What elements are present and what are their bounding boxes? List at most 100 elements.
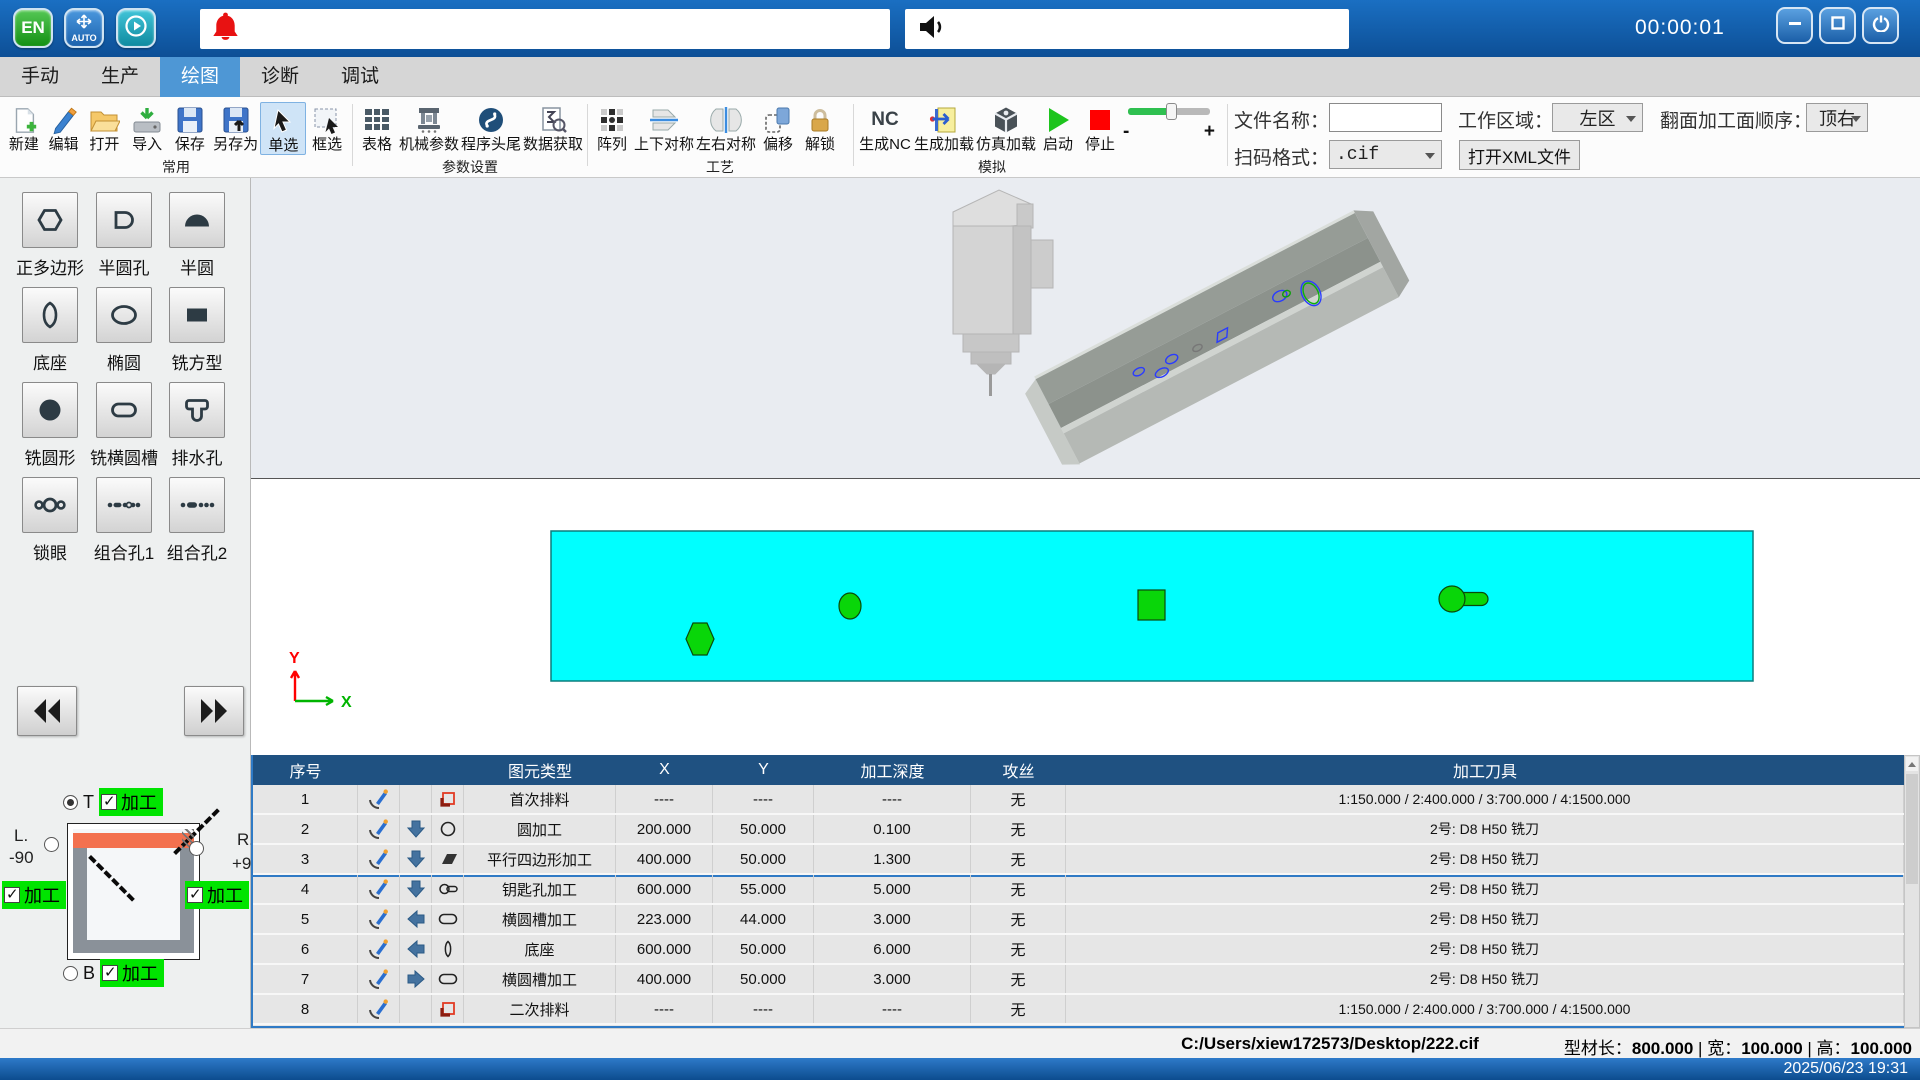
single-select-button[interactable]: 单选	[260, 102, 306, 155]
table-scrollbar[interactable]	[1904, 755, 1920, 1028]
save-button[interactable]: 保存	[169, 102, 211, 153]
maximize-button[interactable]	[1819, 7, 1856, 44]
table-row-selected[interactable]: 4 钥匙孔加工 600.000 55.000 5.000 无 2号: D8 H5…	[253, 875, 1904, 905]
open-xml-button[interactable]: 打开XML文件	[1459, 140, 1580, 170]
start-button[interactable]: 启动	[1037, 102, 1079, 153]
table-params-button[interactable]: 表格	[356, 102, 398, 153]
tab-debug[interactable]: 调试	[320, 57, 400, 97]
slider-plus-label[interactable]: +	[1204, 121, 1215, 143]
auto-mode-button[interactable]: AUTO	[64, 8, 104, 48]
slider-minus-label[interactable]: -	[1123, 121, 1129, 143]
rect-shape[interactable]	[1138, 590, 1165, 620]
simulation-3d-view[interactable]	[251, 178, 1920, 478]
file-name-input[interactable]	[1329, 103, 1442, 132]
tool-mill-rect-button[interactable]	[169, 287, 225, 343]
top-face-radio[interactable]	[63, 795, 78, 810]
chevron-down-icon	[1626, 116, 1636, 122]
slider-thumb[interactable]	[1166, 103, 1177, 120]
tab-diagnosis[interactable]: 诊断	[240, 57, 320, 97]
generate-load-button[interactable]: 生成加载	[913, 102, 975, 153]
top-machining-toggle[interactable]: 加工	[99, 788, 163, 816]
sim-speed-slider[interactable]: - +	[1121, 102, 1217, 143]
tool-combo-hole2-button[interactable]	[169, 477, 225, 533]
checkbox-checked-icon[interactable]	[4, 887, 20, 903]
edit-pencil-icon[interactable]	[358, 965, 400, 993]
open-button[interactable]: 打开	[84, 102, 126, 153]
unlock-padlock-icon	[806, 104, 834, 136]
scan-format-select[interactable]: .cif	[1329, 140, 1442, 169]
simulate-load-button[interactable]: 仿真加载	[975, 102, 1037, 153]
simulate-button[interactable]	[116, 8, 156, 48]
edit-pencil-icon[interactable]	[358, 875, 400, 903]
table-row[interactable]: 3 平行四边形加工 400.000 50.000 1.300 无 2号: D8 …	[253, 845, 1904, 875]
tool-mill-circle-button[interactable]	[22, 382, 78, 438]
stop-button[interactable]: 停止	[1079, 102, 1121, 153]
table-row[interactable]: 7 横圆槽加工 400.000 50.000 3.000 无 2号: D8 H5…	[253, 965, 1904, 995]
minimize-button[interactable]	[1776, 7, 1813, 44]
tool-ellipse-button[interactable]	[96, 287, 152, 343]
save-as-button[interactable]: 另存为	[211, 102, 261, 153]
box-select-button[interactable]: 框选	[306, 102, 348, 153]
edit-button[interactable]: 编辑	[44, 102, 84, 153]
flip-order-select[interactable]: 顶右	[1806, 103, 1868, 132]
tool-combo-hole1-button[interactable]	[96, 477, 152, 533]
unlock-button[interactable]: 解锁	[799, 102, 841, 153]
bottom-face-radio[interactable]	[63, 966, 78, 981]
tab-drawing[interactable]: 绘图	[160, 57, 240, 97]
keyhole-circle-shape[interactable]	[1439, 586, 1465, 612]
tab-manual[interactable]: 手动	[0, 57, 80, 97]
edit-pencil-icon[interactable]	[358, 905, 400, 933]
language-button[interactable]: EN	[13, 8, 53, 48]
table-row[interactable]: 1 首次排料 ---- ---- ---- 无 1:150.000 / 2:40…	[253, 785, 1904, 815]
left-machining-toggle[interactable]: 加工	[2, 881, 66, 909]
mirror-horizontal-button[interactable]: 左右对称	[695, 102, 757, 153]
tool-mill-slot-button[interactable]	[96, 382, 152, 438]
profile-diagonal-line	[88, 855, 135, 902]
tool-half-round-hole-button[interactable]	[96, 192, 152, 248]
right-face-radio[interactable]	[189, 841, 204, 856]
new-button[interactable]: 新建	[4, 102, 44, 153]
checkbox-checked-icon[interactable]	[102, 965, 118, 981]
tool-lock-eye-button[interactable]	[22, 477, 78, 533]
edit-pencil-icon[interactable]	[358, 845, 400, 873]
mirror-vertical-button[interactable]: 上下对称	[633, 102, 695, 153]
prev-page-button[interactable]	[17, 686, 77, 736]
material-dimensions: 型材长：800.000 | 宽：100.000 | 高：100.000	[1564, 1034, 1912, 1059]
checkbox-checked-icon[interactable]	[187, 887, 203, 903]
machine-params-button[interactable]: 机械参数	[398, 102, 460, 153]
edit-pencil-icon[interactable]	[358, 935, 400, 963]
tool-label: 铣圆形	[11, 444, 89, 469]
checkbox-checked-icon[interactable]	[101, 794, 117, 810]
left-face-radio[interactable]	[44, 837, 59, 852]
edit-pencil-icon[interactable]	[358, 785, 400, 813]
table-row[interactable]: 2 圆加工 200.000 50.000 0.100 无 2号: D8 H50 …	[253, 815, 1904, 845]
edit-pencil-icon[interactable]	[358, 995, 400, 1023]
scroll-up-icon[interactable]	[1906, 757, 1918, 771]
bottom-machining-toggle[interactable]: 加工	[100, 959, 164, 987]
tool-drain-hole-button[interactable]	[169, 382, 225, 438]
right-machining-toggle[interactable]: 加工	[185, 881, 249, 909]
table-row[interactable]: 6 底座 600.000 50.000 6.000 无 2号: D8 H50 铣…	[253, 935, 1904, 965]
scrollbar-thumb[interactable]	[1906, 774, 1918, 884]
edit-pencil-icon[interactable]	[358, 815, 400, 843]
tool-half-circle-button[interactable]	[169, 192, 225, 248]
next-page-button[interactable]	[184, 686, 244, 736]
tab-production[interactable]: 生产	[80, 57, 160, 97]
tool-base-button[interactable]	[22, 287, 78, 343]
drawing-2d-view[interactable]: Y X	[251, 478, 1920, 755]
tool-polygon-button[interactable]	[22, 192, 78, 248]
slider-track[interactable]	[1128, 108, 1210, 115]
circle-shape[interactable]	[839, 593, 861, 619]
power-button[interactable]	[1862, 7, 1899, 44]
data-fetch-button[interactable]: 数据获取	[522, 102, 584, 153]
generate-nc-button[interactable]: NC 生成NC	[857, 102, 913, 153]
volume-message-field[interactable]	[905, 9, 1349, 49]
import-button[interactable]: 导入	[125, 102, 169, 153]
offset-button[interactable]: 偏移	[757, 102, 799, 153]
table-row[interactable]: 8 二次排料 ---- ---- ---- 无 1:150.000 / 2:40…	[253, 995, 1904, 1025]
work-area-select[interactable]: 左区	[1552, 103, 1643, 132]
program-headtail-button[interactable]: 程序头尾	[460, 102, 522, 153]
array-button[interactable]: 阵列	[591, 102, 633, 153]
table-row[interactable]: 5 横圆槽加工 223.000 44.000 3.000 无 2号: D8 H5…	[253, 905, 1904, 935]
alarm-message-field[interactable]	[200, 9, 890, 49]
